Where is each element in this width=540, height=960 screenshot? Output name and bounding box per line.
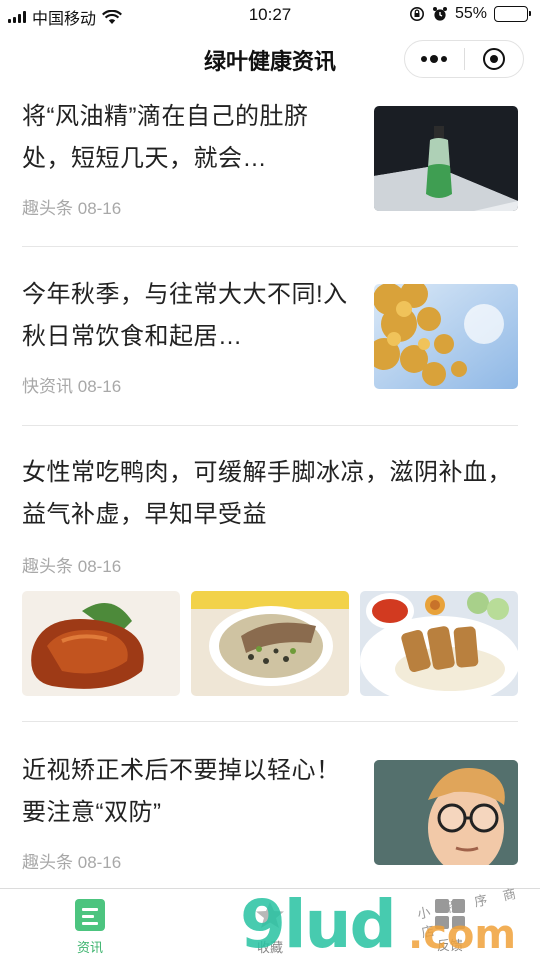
feedback-icon: [435, 899, 465, 929]
alarm-icon: [432, 7, 447, 21]
article-thumbnail[interactable]: [374, 760, 518, 865]
duck-soup-image: [191, 591, 349, 696]
oil-bottle-image: [374, 106, 518, 211]
article-source: 快资讯: [22, 377, 73, 396]
tab-news[interactable]: 资讯: [0, 889, 180, 960]
article-item[interactable]: 将“风油精”滴在自己的肚脐处，短短几天，就会… 趣头条 08-16: [22, 96, 352, 226]
roast-duck-image: [22, 591, 180, 696]
target-icon: [482, 48, 505, 70]
article-thumbnail[interactable]: [374, 284, 518, 389]
more-dots-icon: [421, 55, 448, 63]
tab-label: 反馈: [436, 938, 463, 953]
article-source: 趣头条: [22, 853, 73, 872]
article-item[interactable]: 近视矫正术后不要掉以轻心！要注意“双防” 趣头条 08-16: [22, 750, 352, 880]
article-thumbnail[interactable]: [191, 591, 349, 696]
battery-icon: [494, 6, 531, 22]
mini-program-capsule: [404, 40, 524, 78]
article-meta: 趣头条 08-16: [22, 848, 352, 873]
article-date: 08-16: [77, 557, 122, 576]
news-icon: [75, 899, 105, 931]
article-source: 趣头条: [22, 557, 73, 576]
status-right: 55%: [409, 5, 531, 23]
more-button[interactable]: [405, 41, 464, 77]
tab-bar: 资讯 收藏 反馈: [0, 888, 540, 960]
duck-rice-image: [360, 591, 518, 696]
battery-percent: 55%: [454, 5, 487, 22]
article-title: 女性常吃鸭肉，可缓解手脚冰凉，滋阴补血，益气补虚，早知早受益: [22, 459, 512, 528]
close-button[interactable]: [464, 41, 523, 77]
article-feed[interactable]: 将“风油精”滴在自己的肚脐处，短短几天，就会… 趣头条 08-16 今年秋季，与…: [0, 88, 540, 888]
divider: [22, 721, 518, 722]
nav-bar: 绿叶健康资讯: [0, 30, 540, 88]
article-date: 08-16: [77, 853, 122, 872]
rotation-lock-icon: [409, 7, 424, 21]
tab-feedback[interactable]: 反馈: [360, 889, 540, 960]
article-thumbnail[interactable]: [22, 591, 180, 696]
status-bar: 中国移动 10:27 55%: [0, 0, 540, 30]
tab-label: 资讯: [76, 940, 103, 955]
article-title: 将“风油精”滴在自己的肚脐处，短短几天，就会…: [22, 103, 309, 172]
article-meta: 趣头条 08-16: [22, 194, 352, 219]
article-thumbnail[interactable]: [360, 591, 518, 696]
divider: [22, 425, 518, 426]
article-source: 趣头条: [22, 199, 73, 218]
article-date: 08-16: [77, 377, 122, 396]
article-date: 08-16: [77, 199, 122, 218]
tab-label: 收藏: [256, 940, 283, 955]
article-meta: 快资讯 08-16: [22, 372, 352, 397]
article-item[interactable]: 女性常吃鸭肉，可缓解手脚冰凉，滋阴补血，益气补虚，早知早受益 趣头条 08-16: [22, 452, 518, 582]
article-meta: 趣头条 08-16: [22, 552, 518, 577]
article-item[interactable]: 今年秋季，与往常大大不同!入秋日常饮食和起居… 快资讯 08-16: [22, 274, 352, 404]
divider: [22, 246, 518, 247]
article-title: 近视矫正术后不要掉以轻心！要注意“双防”: [22, 757, 341, 826]
article-thumbnail[interactable]: [374, 106, 518, 211]
boy-glasses-image: [374, 760, 518, 865]
article-title: 今年秋季，与往常大大不同!入秋日常饮食和起居…: [22, 281, 348, 350]
tab-favorites[interactable]: 收藏: [180, 889, 360, 960]
star-icon: [256, 902, 284, 928]
autumn-leaves-image: [374, 284, 518, 389]
